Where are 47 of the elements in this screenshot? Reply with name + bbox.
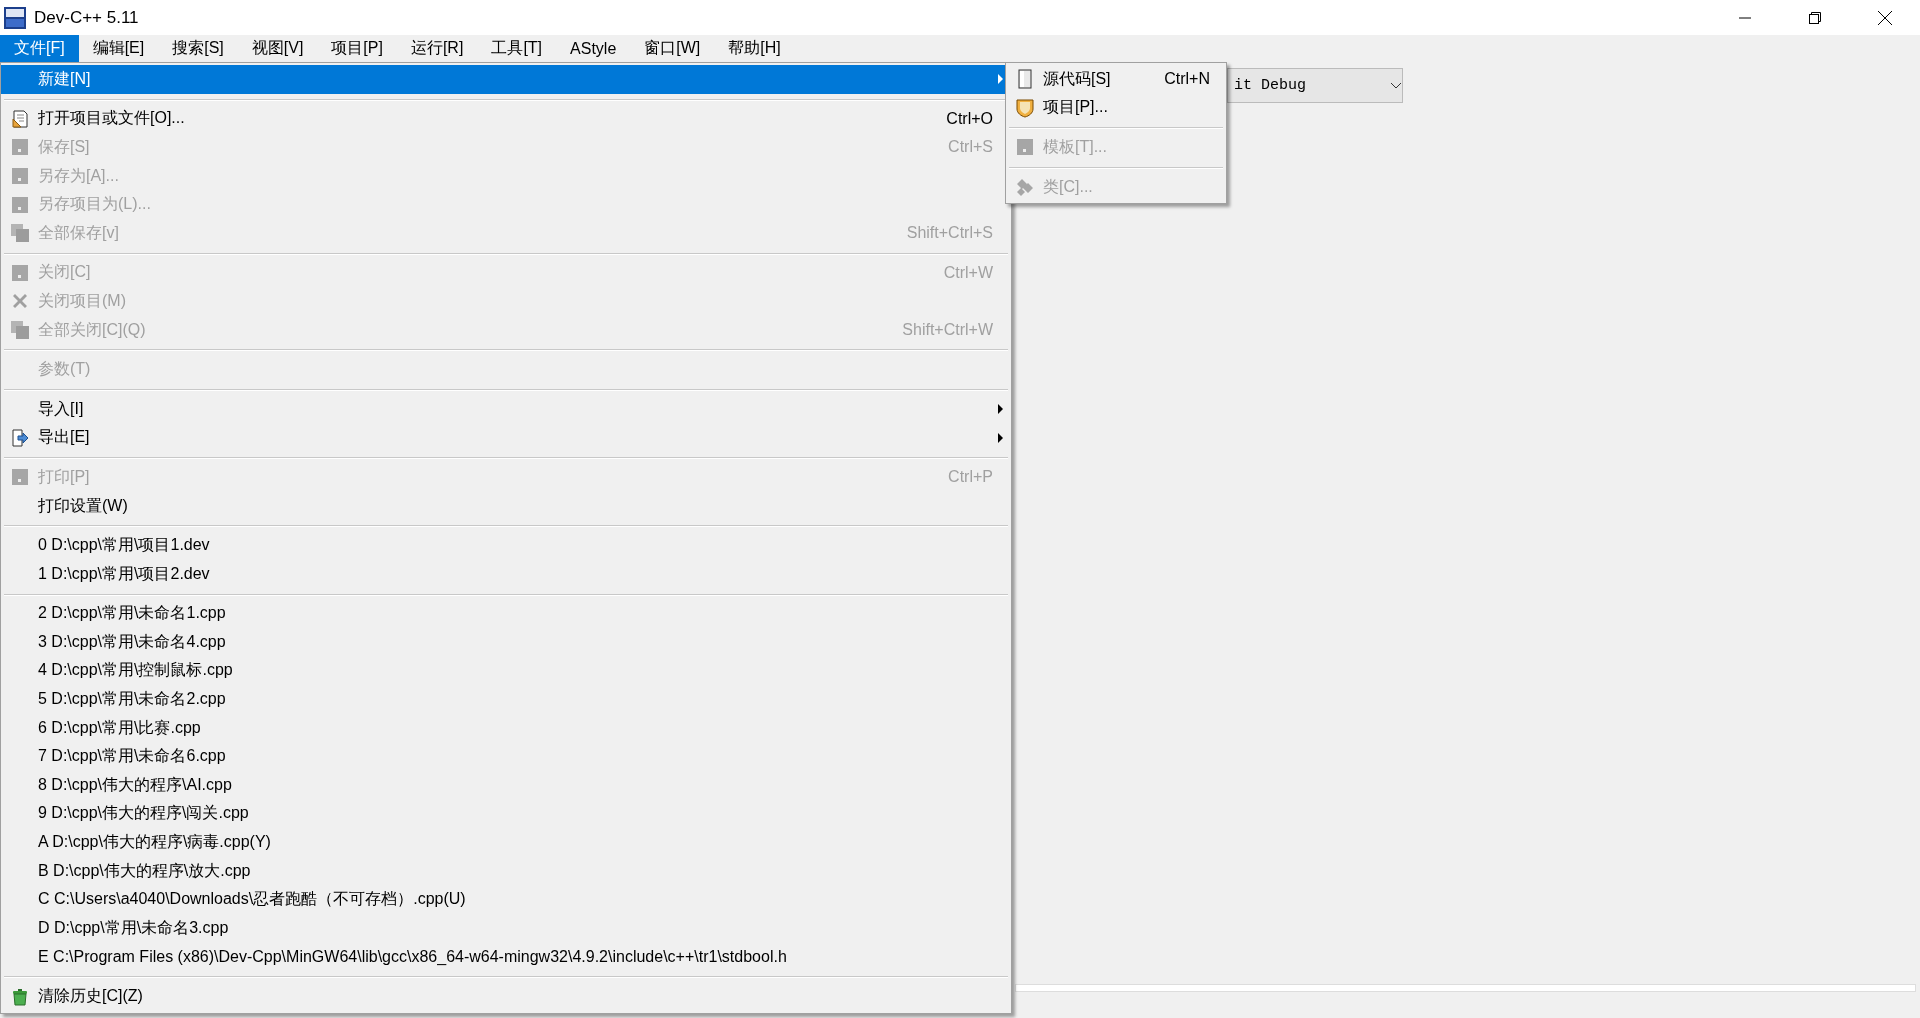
square-icon	[9, 194, 30, 215]
menu-item[interactable]: D D:\cpp\常用\未命名3.cpp	[1, 914, 1011, 943]
menu-item[interactable]: A D:\cpp\伟大的程序\病毒.cpp(Y)	[1, 828, 1011, 857]
close-icon	[1877, 9, 1893, 26]
menu-item[interactable]: B D:\cpp\伟大的程序\放大.cpp	[1, 856, 1011, 886]
menu-item[interactable]: 9 D:\cpp\伟大的程序\闯关.cpp	[1, 799, 1011, 829]
document-icon	[9, 108, 30, 129]
menu-item[interactable]: 5 D:\cpp\常用\未命名2.cpp	[1, 685, 1011, 714]
menubar-item[interactable]: 工具[T]	[477, 35, 557, 62]
menu-item[interactable]: 打印设置(W)	[1, 491, 1011, 521]
menubar-item[interactable]: 文件[F]	[0, 35, 79, 62]
square-icon	[9, 137, 30, 158]
menubar-item[interactable]: 项目[P]	[317, 35, 397, 62]
menu-item[interactable]: 0 D:\cpp\常用\项目1.dev	[1, 531, 1011, 560]
menubar-item[interactable]: AStyle	[556, 35, 631, 62]
menu-item[interactable]: C C:\Users\a4040\Downloads\忍者跑酷（不可存档）.cpp(U)	[1, 885, 1011, 915]
square-icon	[9, 262, 30, 283]
menubar-item[interactable]: 运行[R]	[396, 35, 478, 62]
menubar-item[interactable]: 搜索[S]	[158, 35, 238, 62]
restore-icon	[1808, 10, 1822, 25]
stacked-squares-icon	[9, 320, 30, 341]
menubar-item[interactable]: 视图[V]	[237, 35, 318, 62]
chevron-down-icon	[1390, 81, 1402, 90]
build-config-dropdown[interactable]: it Debug	[1227, 68, 1403, 103]
menu-item[interactable]: 1 D:\cpp\常用\项目2.dev	[1, 559, 1011, 589]
menu-item[interactable]: 2 D:\cpp\常用\未命名1.cpp	[1, 599, 1011, 629]
stacked-squares-icon	[9, 223, 30, 244]
shield-icon	[1014, 97, 1035, 118]
menu-item[interactable]: 3 D:\cpp\常用\未命名4.cpp	[1, 628, 1011, 657]
menubar-item[interactable]: 窗口[W]	[630, 35, 715, 62]
menubar-item[interactable]: 帮助[H]	[714, 35, 795, 62]
menu-item[interactable]: 6 D:\cpp\常用\比赛.cpp	[1, 713, 1011, 743]
menu-item[interactable]: E C:\Program Files (x86)\Dev-Cpp\MinGW64\lib\gcc\x86_64-w64-mingw32\4.9.2\include\c++\tr1\stdbool.h	[1, 942, 1011, 972]
app-icon	[4, 6, 26, 29]
menu-item[interactable]: 清除历史[C](Z)	[1, 982, 1011, 1011]
square-icon	[1014, 137, 1035, 158]
square-icon	[9, 166, 30, 187]
menu-item[interactable]: 导出[E]	[1, 423, 1011, 453]
menu-item[interactable]: 4 D:\cpp\常用\控制鼠标.cpp	[1, 656, 1011, 686]
square-icon	[9, 467, 30, 488]
page-arrow-icon	[9, 427, 30, 448]
menubar-item[interactable]: 编辑[E]	[78, 35, 159, 62]
menu-item[interactable]: 导入[I]	[1, 394, 1011, 424]
minimize-icon	[1738, 16, 1752, 19]
window-title: Dev-C++ 5.11	[34, 7, 139, 28]
menu-item[interactable]: 7 D:\cpp\常用\未命名6.cpp	[1, 742, 1011, 772]
menu-item[interactable]: 8 D:\cpp\伟大的程序\AI.cpp	[1, 771, 1011, 800]
